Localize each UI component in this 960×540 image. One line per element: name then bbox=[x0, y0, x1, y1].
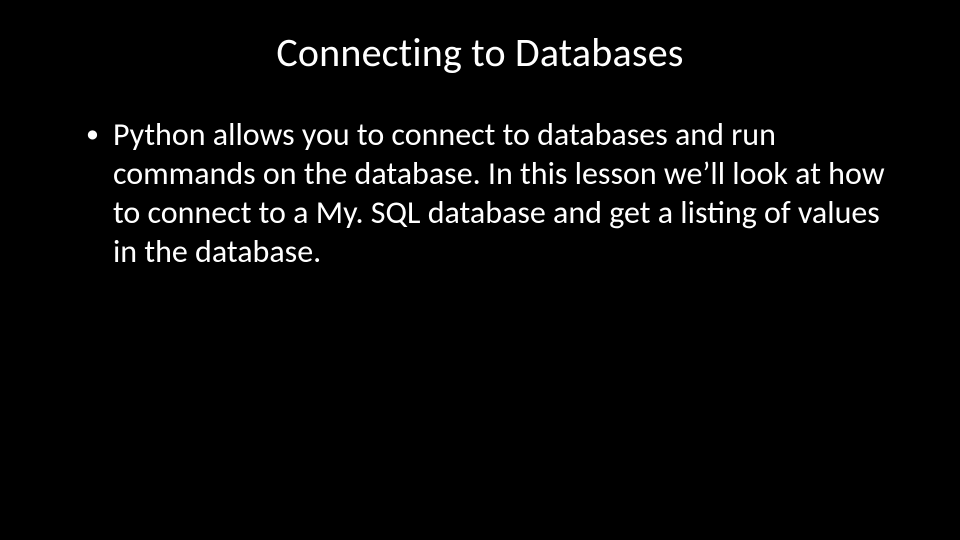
bullet-text: Python allows you to connect to database… bbox=[113, 115, 888, 271]
bullet-item: • Python allows you to connect to databa… bbox=[82, 115, 888, 271]
slide: Connecting to Databases • Python allows … bbox=[0, 0, 960, 540]
bullet-icon: • bbox=[86, 115, 99, 151]
slide-body: • Python allows you to connect to databa… bbox=[72, 115, 888, 271]
slide-title: Connecting to Databases bbox=[72, 28, 888, 77]
